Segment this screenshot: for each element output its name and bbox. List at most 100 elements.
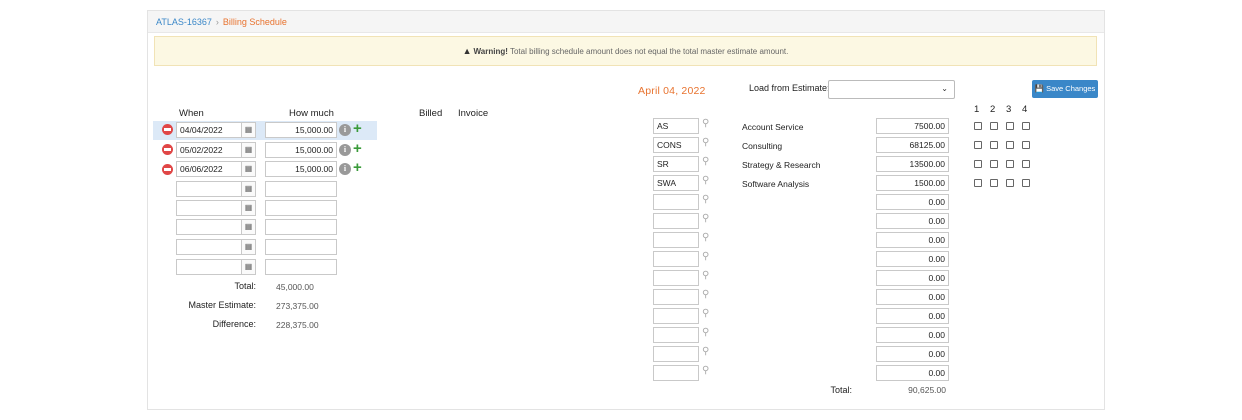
search-icon[interactable]: ⚲: [702, 346, 709, 357]
estimate-row-2-checkbox-4[interactable]: [1022, 160, 1030, 168]
search-icon[interactable]: ⚲: [702, 232, 709, 243]
column-number: 2: [990, 104, 996, 115]
estimate-row-4-amount[interactable]: 0.00: [876, 194, 949, 210]
estimate-row-2-checkbox-3[interactable]: [1006, 160, 1014, 168]
estimate-row-7-amount[interactable]: 0.00: [876, 251, 949, 267]
search-icon[interactable]: ⚲: [702, 289, 709, 300]
schedule-row-5-amount[interactable]: [265, 219, 337, 235]
estimate-row-2-amount[interactable]: 13500.00: [876, 156, 949, 172]
estimate-row-13-amount[interactable]: 0.00: [876, 365, 949, 381]
estimate-row-1-checkbox-3[interactable]: [1006, 141, 1014, 149]
calendar-icon[interactable]: ▦: [242, 161, 256, 177]
estimate-row-2-checkbox-1[interactable]: [974, 160, 982, 168]
search-icon[interactable]: ⚲: [702, 251, 709, 262]
estimate-row-1-amount[interactable]: 68125.00: [876, 137, 949, 153]
schedule-row-2-amount[interactable]: 15,000.00: [265, 161, 337, 177]
schedule-row-7-amount[interactable]: [265, 259, 337, 275]
schedule-row-4-amount[interactable]: [265, 200, 337, 216]
estimate-row-3-amount[interactable]: 1500.00: [876, 175, 949, 191]
estimate-row-0-code[interactable]: AS: [653, 118, 699, 134]
schedule-row-5-date[interactable]: [176, 219, 242, 235]
plus-icon[interactable]: +: [353, 160, 362, 175]
estimate-row-0-checkbox-4[interactable]: [1022, 122, 1030, 130]
estimate-row-12-amount[interactable]: 0.00: [876, 346, 949, 362]
estimate-row-2-code[interactable]: SR: [653, 156, 699, 172]
schedule-row-1-amount[interactable]: 15,000.00: [265, 142, 337, 158]
search-icon[interactable]: ⚲: [702, 213, 709, 224]
estimate-row-13-code[interactable]: [653, 365, 699, 381]
estimate-row-3-checkbox-3[interactable]: [1006, 179, 1014, 187]
plus-icon[interactable]: +: [353, 121, 362, 136]
info-icon[interactable]: i: [339, 124, 351, 136]
search-icon[interactable]: ⚲: [702, 365, 709, 376]
estimate-row-5-amount[interactable]: 0.00: [876, 213, 949, 229]
estimate-row-0-checkbox-3[interactable]: [1006, 122, 1014, 130]
estimate-row-3-name: Software Analysis: [742, 179, 810, 189]
minus-circle-icon[interactable]: [162, 164, 173, 175]
info-icon[interactable]: i: [339, 144, 351, 156]
load-from-estimate-select[interactable]: ⌄: [828, 80, 955, 99]
estimate-row-5-code[interactable]: [653, 213, 699, 229]
estimate-row-0-amount[interactable]: 7500.00: [876, 118, 949, 134]
schedule-row-3-amount[interactable]: [265, 181, 337, 197]
schedule-row-4-date[interactable]: [176, 200, 242, 216]
search-icon[interactable]: ⚲: [702, 270, 709, 281]
estimate-row-1-checkbox-2[interactable]: [990, 141, 998, 149]
search-icon[interactable]: ⚲: [702, 194, 709, 205]
estimate-row-2-checkbox-2[interactable]: [990, 160, 998, 168]
calendar-icon[interactable]: ▦: [242, 142, 256, 158]
calendar-icon[interactable]: ▦: [242, 181, 256, 197]
estimate-row-1-checkbox-4[interactable]: [1022, 141, 1030, 149]
schedule-row-2-date[interactable]: 06/06/2022: [176, 161, 242, 177]
total-label: Total:: [234, 281, 256, 291]
schedule-row-1-date[interactable]: 05/02/2022: [176, 142, 242, 158]
estimate-row-8-code[interactable]: [653, 270, 699, 286]
calendar-icon[interactable]: ▦: [242, 200, 256, 216]
calendar-icon[interactable]: ▦: [242, 219, 256, 235]
calendar-icon[interactable]: ▦: [242, 122, 256, 138]
estimate-row-12-code[interactable]: [653, 346, 699, 362]
calendar-icon[interactable]: ▦: [242, 239, 256, 255]
estimate-row-7-code[interactable]: [653, 251, 699, 267]
estimate-row-6-amount[interactable]: 0.00: [876, 232, 949, 248]
when-header: When: [179, 108, 204, 119]
save-changes-button[interactable]: 💾 Save Changes: [1032, 80, 1098, 98]
search-icon[interactable]: ⚲: [702, 327, 709, 338]
column-number: 4: [1022, 104, 1028, 115]
estimate-row-11-amount[interactable]: 0.00: [876, 327, 949, 343]
estimate-row-3-checkbox-4[interactable]: [1022, 179, 1030, 187]
invoice-header: Invoice: [458, 108, 489, 119]
estimate-row-3-checkbox-1[interactable]: [974, 179, 982, 187]
estimate-row-11-code[interactable]: [653, 327, 699, 343]
schedule-row-0-amount[interactable]: 15,000.00: [265, 122, 337, 138]
breadcrumb-project-link[interactable]: ATLAS-16367: [156, 17, 212, 27]
estimate-row-1-code[interactable]: CONS: [653, 137, 699, 153]
search-icon[interactable]: ⚲: [702, 175, 709, 186]
minus-circle-icon[interactable]: [162, 124, 173, 135]
estimate-row-0-checkbox-2[interactable]: [990, 122, 998, 130]
estimate-row-6-code[interactable]: [653, 232, 699, 248]
calendar-icon[interactable]: ▦: [242, 259, 256, 275]
schedule-row-0-date[interactable]: 04/04/2022: [176, 122, 242, 138]
schedule-row-6-amount[interactable]: [265, 239, 337, 255]
estimate-row-3-code[interactable]: SWA: [653, 175, 699, 191]
estimate-row-8-amount[interactable]: 0.00: [876, 270, 949, 286]
schedule-row-6-date[interactable]: [176, 239, 242, 255]
search-icon[interactable]: ⚲: [702, 156, 709, 167]
estimate-row-4-code[interactable]: [653, 194, 699, 210]
info-icon[interactable]: i: [339, 163, 351, 175]
estimate-row-10-amount[interactable]: 0.00: [876, 308, 949, 324]
estimate-row-1-checkbox-1[interactable]: [974, 141, 982, 149]
estimate-row-9-code[interactable]: [653, 289, 699, 305]
schedule-row-3-date[interactable]: [176, 181, 242, 197]
estimate-row-10-code[interactable]: [653, 308, 699, 324]
minus-circle-icon[interactable]: [162, 144, 173, 155]
estimate-row-3-checkbox-2[interactable]: [990, 179, 998, 187]
plus-icon[interactable]: +: [353, 141, 362, 156]
schedule-row-7-date[interactable]: [176, 259, 242, 275]
estimate-row-9-amount[interactable]: 0.00: [876, 289, 949, 305]
search-icon[interactable]: ⚲: [702, 118, 709, 129]
search-icon[interactable]: ⚲: [702, 137, 709, 148]
search-icon[interactable]: ⚲: [702, 308, 709, 319]
estimate-row-0-checkbox-1[interactable]: [974, 122, 982, 130]
